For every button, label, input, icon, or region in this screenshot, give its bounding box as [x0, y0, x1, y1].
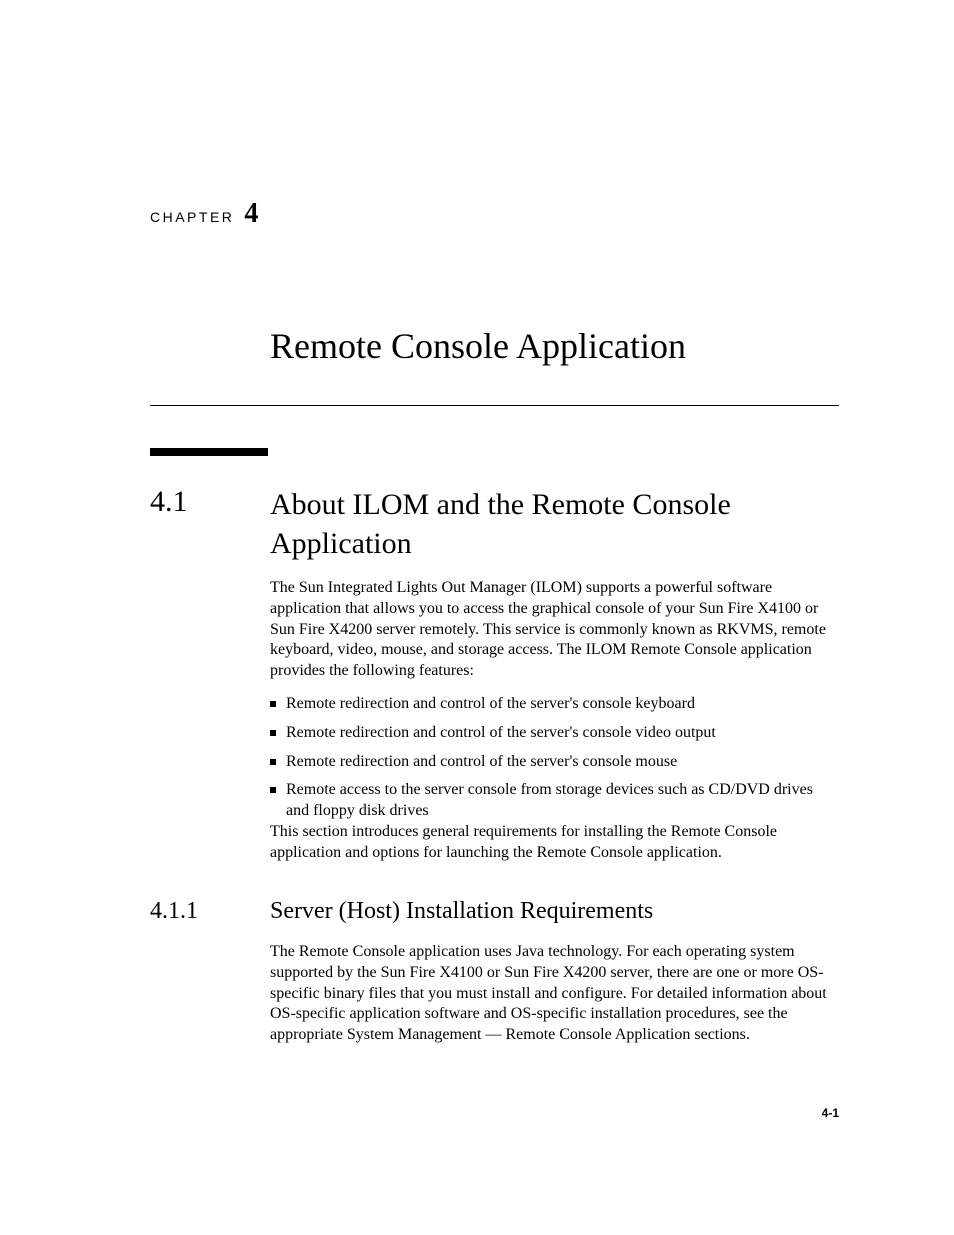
section-heading-4-1-1: 4.1.1 Server (Host) Installation Require…: [150, 898, 839, 925]
section-4-1-para-2: This section introduces general requirem…: [270, 822, 839, 864]
page-number: 4-1: [822, 1106, 839, 1120]
bullet-list: Remote redirection and control of the se…: [270, 694, 839, 830]
list-item: Remote access to the server console from…: [270, 780, 839, 822]
chapter-number: 4: [244, 198, 258, 230]
section-heading-4-1: 4.1 About ILOM and the Remote Console Ap…: [150, 485, 839, 563]
list-item-text: Remote redirection and control of the se…: [286, 752, 677, 773]
bullet-icon: [270, 701, 276, 707]
subsection-heading-text: Server (Host) Installation Requirements: [270, 898, 653, 925]
accent-bar: [150, 448, 268, 456]
list-item: Remote redirection and control of the se…: [270, 723, 839, 744]
section-4-1-1-para-1: The Remote Console application uses Java…: [270, 942, 839, 1046]
page: CHAPTER 4 Remote Console Application 4.1…: [0, 0, 954, 1235]
list-item-text: Remote redirection and control of the se…: [286, 723, 716, 744]
section-heading-text: About ILOM and the Remote Console Applic…: [270, 485, 839, 563]
list-item: Remote redirection and control of the se…: [270, 752, 839, 773]
subsection-number: 4.1.1: [150, 898, 210, 925]
bullet-icon: [270, 787, 276, 793]
bullet-icon: [270, 730, 276, 736]
chapter-line: CHAPTER 4: [150, 198, 258, 230]
list-item-text: Remote access to the server console from…: [286, 780, 839, 822]
list-item-text: Remote redirection and control of the se…: [286, 694, 695, 715]
horizontal-rule: [150, 405, 839, 406]
section-4-1-para-1: The Sun Integrated Lights Out Manager (I…: [270, 578, 839, 682]
chapter-title: Remote Console Application: [270, 325, 686, 367]
bullet-icon: [270, 759, 276, 765]
list-item: Remote redirection and control of the se…: [270, 694, 839, 715]
chapter-label: CHAPTER: [150, 209, 234, 225]
section-number: 4.1: [150, 485, 210, 519]
